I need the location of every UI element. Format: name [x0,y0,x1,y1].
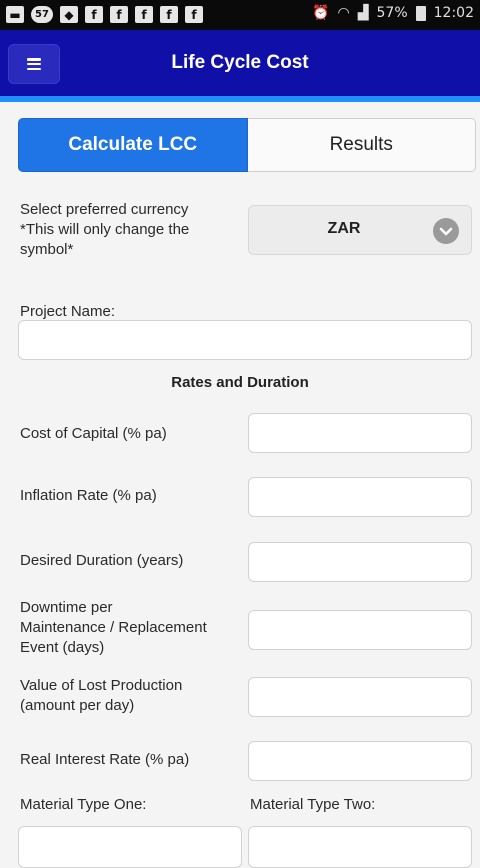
wifi-icon: ◠ [337,5,350,21]
material-type-one-label: Material Type One: [20,796,147,813]
signal-icon: ▟ [357,5,369,21]
tab-bar: Calculate LCC Results [18,118,476,172]
desired-duration-label: Desired Duration (years) [20,552,184,569]
page-title: Life Cycle Cost [171,52,309,73]
desired-duration-input[interactable] [248,542,472,582]
cost-of-capital-label: Cost of Capital (% pa) [20,425,167,442]
rates-duration-heading: Rates and Duration [171,374,309,391]
lost-production-input[interactable] [248,677,472,717]
facebook-icon: f [110,6,128,23]
messages-icon: ▬ [6,6,24,23]
material-type-one-input[interactable] [18,826,242,868]
inflation-rate-label: Inflation Rate (% pa) [20,487,157,504]
currency-select[interactable]: ZAR [248,205,472,255]
chevron-down-icon [433,218,459,244]
tab-results[interactable]: Results [247,118,476,172]
clock: 12:02 [433,5,474,21]
inflation-rate-input[interactable] [248,477,472,517]
mask-icon: ◆ [60,6,78,23]
hamburger-icon [27,58,41,70]
downtime-input[interactable] [248,610,472,650]
currency-selected-value: ZAR [327,220,361,237]
facebook-icon: f [85,6,103,23]
material-type-two-input[interactable] [248,826,472,868]
real-interest-rate-label: Real Interest Rate (% pa) [20,751,190,768]
battery-text: 57% [376,5,408,21]
project-name-label: Project Name: [20,303,116,320]
status-bar: ▬ 57 ◆ f f f f f ⏰ ◠ ▟ 57% 12:02 [0,0,480,30]
menu-button[interactable] [8,44,60,84]
lost-production-label: Value of Lost Production (amount per day… [20,677,183,714]
real-interest-rate-input[interactable] [248,741,472,781]
project-name-input[interactable] [18,320,472,360]
alarm-icon: ⏰ [312,5,330,21]
notification-icons: ▬ 57 ◆ f f f f f [6,6,203,23]
system-icons: ⏰ ◠ ▟ 57% 12:02 [312,5,474,21]
cost-of-capital-input[interactable] [248,413,472,453]
facebook-icon: f [185,6,203,23]
battery-icon [415,5,426,21]
downtime-label: Downtime per Maintenance / Replacement E… [20,599,207,656]
facebook-icon: f [135,6,153,23]
currency-label: Select preferred currency *This will onl… [20,201,190,258]
material-type-two-label: Material Type Two: [250,796,376,813]
tab-calculate-lcc[interactable]: Calculate LCC [18,118,248,172]
header-accent-line [0,96,480,102]
facebook-icon: f [160,6,178,23]
app-header: Life Cycle Cost [0,30,480,98]
notification-count-badge: 57 [31,6,53,23]
